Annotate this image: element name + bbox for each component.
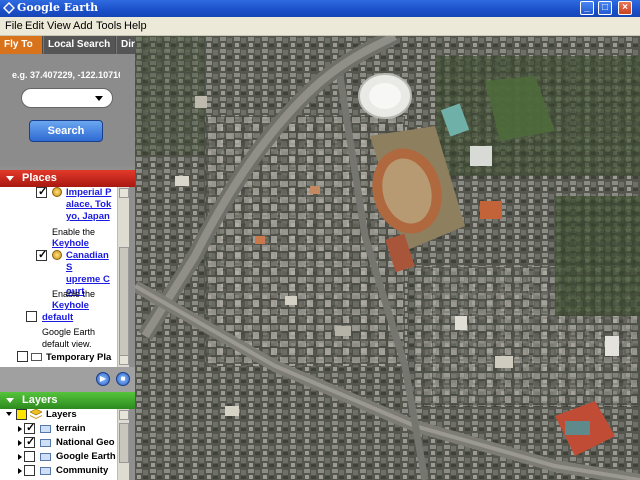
place-link-imperial-palace[interactable]: Imperial P alace, Tok yo, Japan <box>66 187 111 223</box>
layer-label-google-earth[interactable]: Google Earth <box>56 451 116 462</box>
search-tabs: Fly To Local Search Dire <box>0 36 135 54</box>
window-title: Google Earth <box>17 1 99 14</box>
layers-list: Layers terrain National Geo Google Earth… <box>0 409 117 480</box>
layer-checkbox-community[interactable] <box>24 465 35 476</box>
place-checkbox-imperial-palace[interactable] <box>36 187 47 198</box>
menu-view[interactable]: View <box>47 20 71 32</box>
menu-help[interactable]: Help <box>124 20 147 32</box>
fly-to-hint: e.g. 37.407229, -122.10716 <box>12 70 120 80</box>
title-bar: Google Earth _ □ × <box>0 0 640 17</box>
place-checkbox-canadian-supreme-court[interactable] <box>36 248 47 261</box>
scroll-up-icon[interactable] <box>119 188 129 198</box>
layer-checkbox-terrain[interactable] <box>24 421 35 434</box>
folder-icon <box>40 467 51 475</box>
place-checkbox-temporary-places[interactable] <box>17 351 28 362</box>
layer-label-community[interactable]: Community <box>56 465 108 476</box>
folder-icon <box>40 453 51 461</box>
places-scroll-thumb[interactable] <box>119 247 129 357</box>
folder-icon <box>31 353 42 361</box>
expand-icon[interactable] <box>18 426 22 432</box>
layers-header-label: Layers <box>22 394 58 406</box>
left-panel: Fly To Local Search Dire e.g. 37.407229,… <box>0 36 135 480</box>
placemark-icon <box>52 250 62 260</box>
expand-icon[interactable] <box>18 468 22 474</box>
places-controls: ▶ ■ <box>0 367 135 392</box>
tab-local-search[interactable]: Local Search <box>43 36 115 54</box>
collapse-icon[interactable] <box>6 176 14 181</box>
scroll-up-icon[interactable] <box>119 410 129 420</box>
play-tour-icon[interactable]: ▶ <box>96 372 110 386</box>
keyhole-link[interactable]: Keyhole <box>52 300 89 312</box>
tab-fly-to[interactable]: Fly To <box>0 36 42 54</box>
layers-root-checkbox[interactable] <box>16 409 27 420</box>
layers-scrollbar[interactable] <box>117 409 129 480</box>
chevron-down-icon[interactable] <box>95 96 103 101</box>
temporary-places-label[interactable]: Temporary Pla <box>46 352 111 363</box>
layer-checkbox-national-geo[interactable] <box>24 435 35 448</box>
menu-file[interactable]: File <box>5 20 23 32</box>
google-earth-app-icon <box>3 2 15 14</box>
place-note: Enable the <box>52 227 96 237</box>
layer-label-national-geo[interactable]: National Geo <box>56 437 115 448</box>
layers-scroll-thumb[interactable] <box>119 423 129 463</box>
collapse-icon[interactable] <box>6 398 14 403</box>
menu-bar: File Edit View Add Tools Help <box>0 17 640 36</box>
keyhole-link[interactable]: Keyhole <box>52 238 89 250</box>
fly-to-input[interactable] <box>21 88 113 108</box>
places-list: Imperial P alace, Tok yo, Japan Enable t… <box>0 187 117 367</box>
places-header[interactable]: Places <box>0 170 135 187</box>
close-button[interactable]: × <box>618 1 632 15</box>
layer-label-layers[interactable]: Layers <box>46 409 77 420</box>
place-checkbox-default[interactable] <box>26 311 37 322</box>
fly-to-panel: e.g. 37.407229, -122.10716 Search <box>0 54 135 166</box>
minimize-button[interactable]: _ <box>580 1 594 15</box>
menu-edit[interactable]: Edit <box>25 20 44 32</box>
layer-checkbox-google-earth[interactable] <box>24 451 35 462</box>
aerial-imagery[interactable] <box>135 36 640 480</box>
satellite-map-view[interactable] <box>135 36 640 480</box>
places-scrollbar[interactable] <box>117 187 129 367</box>
layers-stack-icon <box>30 409 42 419</box>
layer-label-terrain[interactable]: terrain <box>56 423 86 434</box>
expand-icon[interactable] <box>6 412 12 416</box>
expand-icon[interactable] <box>18 440 22 446</box>
places-header-label: Places <box>22 172 57 184</box>
place-note: Enable the <box>52 289 96 299</box>
search-button[interactable]: Search <box>29 120 103 142</box>
folder-icon <box>40 439 51 447</box>
menu-add[interactable]: Add <box>73 20 93 32</box>
maximize-button[interactable]: □ <box>598 1 612 15</box>
place-note: Google Earth default view. <box>42 327 96 349</box>
menu-tools[interactable]: Tools <box>96 20 122 32</box>
placemark-icon <box>52 187 62 197</box>
scroll-down-icon[interactable] <box>119 355 129 365</box>
layers-header[interactable]: Layers <box>0 392 135 409</box>
place-link-default[interactable]: default <box>42 312 73 324</box>
folder-icon <box>40 425 51 433</box>
google-earth-window: Google Earth _ □ × File Edit View Add To… <box>0 0 640 480</box>
expand-icon[interactable] <box>18 454 22 460</box>
tab-directions[interactable]: Dire <box>116 36 135 54</box>
stop-tour-icon[interactable]: ■ <box>116 372 130 386</box>
